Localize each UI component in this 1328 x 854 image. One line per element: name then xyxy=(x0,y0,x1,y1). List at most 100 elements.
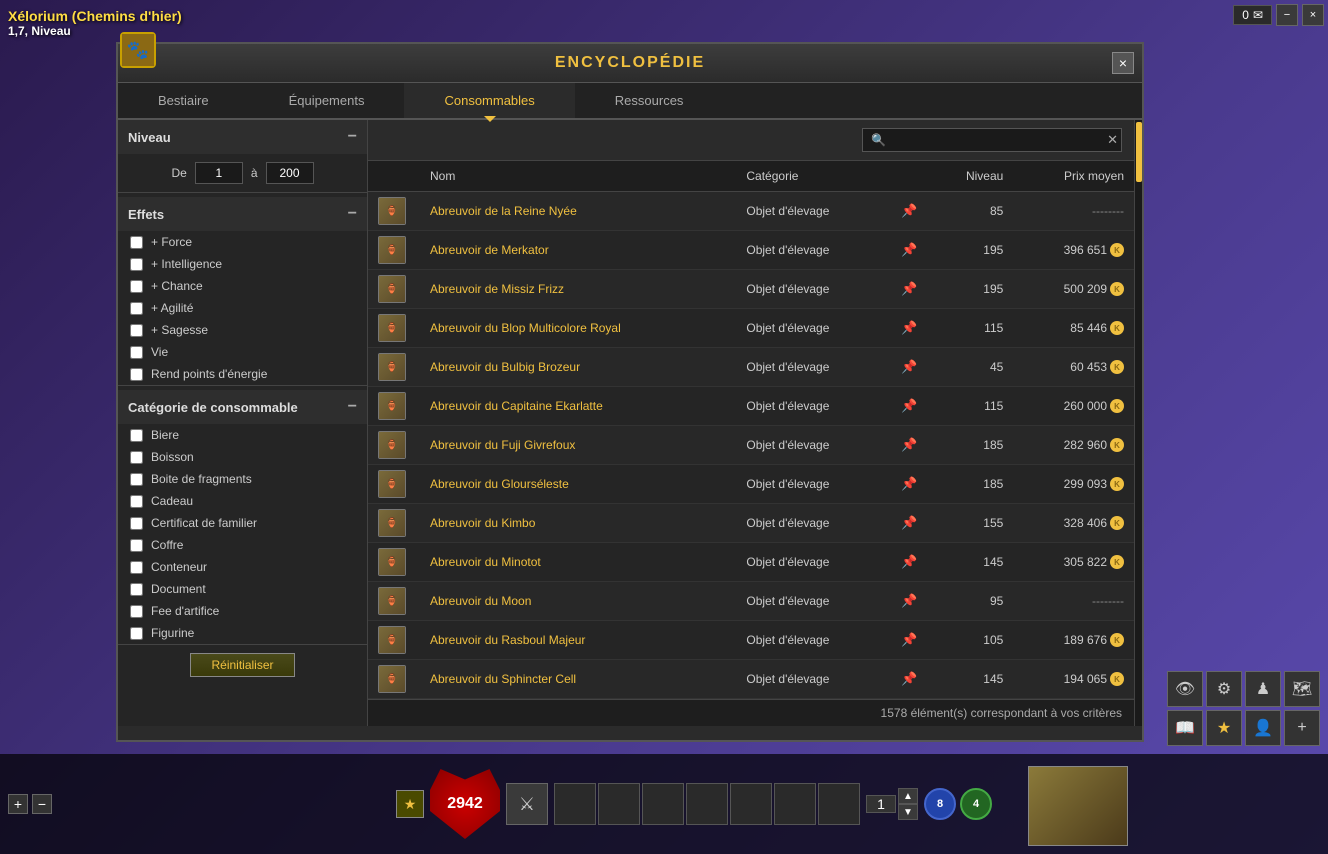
col-level-header[interactable]: Niveau xyxy=(927,161,1013,192)
category-checkbox-9[interactable] xyxy=(130,627,143,640)
col-price-header[interactable]: Prix moyen xyxy=(1013,161,1134,192)
category-checkbox-6[interactable] xyxy=(130,561,143,574)
col-category-header[interactable]: Catégorie xyxy=(736,161,891,192)
tactics-button[interactable]: ♟ xyxy=(1245,671,1281,707)
effect-item-0[interactable]: + Force xyxy=(118,231,367,253)
modal-close-button[interactable]: × xyxy=(1112,52,1134,74)
item-name-10[interactable]: Abreuvoir du Moon xyxy=(430,594,531,608)
category-checkbox-8[interactable] xyxy=(130,605,143,618)
item-name-2[interactable]: Abreuvoir de Missiz Frizz xyxy=(430,282,564,296)
search-clear-button[interactable]: ✕ xyxy=(1107,132,1118,148)
character-button[interactable]: 👤 xyxy=(1245,710,1281,746)
category-item-8[interactable]: Fee d'artifice xyxy=(118,600,367,622)
inv-slot-7[interactable] xyxy=(818,783,860,825)
item-name-cell-2[interactable]: Abreuvoir de Missiz Frizz xyxy=(420,270,736,309)
pin-icon-9[interactable]: 📌 xyxy=(901,554,917,569)
category-checkbox-4[interactable] xyxy=(130,517,143,530)
effect-checkbox-2[interactable] xyxy=(130,280,143,293)
item-name-3[interactable]: Abreuvoir du Blop Multicolore Royal xyxy=(430,321,621,335)
pin-icon-11[interactable]: 📌 xyxy=(901,632,917,647)
table-row[interactable]: 🏺 Abreuvoir de Missiz Frizz Objet d'élev… xyxy=(368,270,1134,309)
inv-slot-1[interactable] xyxy=(554,783,596,825)
category-item-2[interactable]: Boite de fragments xyxy=(118,468,367,490)
tab-bestiaire[interactable]: Bestiaire xyxy=(118,83,249,118)
item-name-6[interactable]: Abreuvoir du Fuji Givrefoux xyxy=(430,438,575,452)
category-checkbox-0[interactable] xyxy=(130,429,143,442)
item-name-8[interactable]: Abreuvoir du Kimbo xyxy=(430,516,535,530)
scroll-thumb[interactable] xyxy=(1136,122,1142,182)
bookmark-button[interactable]: ★ xyxy=(396,790,424,818)
item-name-7[interactable]: Abreuvoir du Glourséleste xyxy=(430,477,569,491)
map-button[interactable]: 🗺 xyxy=(1284,671,1320,707)
item-name-1[interactable]: Abreuvoir de Merkator xyxy=(430,243,549,257)
item-name-cell-6[interactable]: Abreuvoir du Fuji Givrefoux xyxy=(420,426,736,465)
settings-button[interactable]: ⚙ xyxy=(1206,671,1242,707)
item-name-11[interactable]: Abreuvoir du Rasboul Majeur xyxy=(430,633,585,647)
item-pin-cell-7[interactable]: 📌 xyxy=(891,465,927,504)
level-from-input[interactable] xyxy=(195,162,243,184)
col-name-header[interactable]: Nom xyxy=(420,161,736,192)
effect-item-3[interactable]: + Agilité xyxy=(118,297,367,319)
table-row[interactable]: 🏺 Abreuvoir du Rasboul Majeur Objet d'él… xyxy=(368,621,1134,660)
visibility-button[interactable]: 👁 xyxy=(1167,671,1203,707)
effect-item-2[interactable]: + Chance xyxy=(118,275,367,297)
item-name-cell-1[interactable]: Abreuvoir de Merkator xyxy=(420,231,736,270)
item-pin-cell-3[interactable]: 📌 xyxy=(891,309,927,348)
item-pin-cell-8[interactable]: 📌 xyxy=(891,504,927,543)
category-checkbox-7[interactable] xyxy=(130,583,143,596)
item-pin-cell-5[interactable]: 📌 xyxy=(891,387,927,426)
qty-down-button[interactable]: ▼ xyxy=(898,804,918,820)
effect-checkbox-4[interactable] xyxy=(130,324,143,337)
item-name-9[interactable]: Abreuvoir du Minotot xyxy=(430,555,541,569)
table-row[interactable]: 🏺 Abreuvoir du Capitaine Ekarlatte Objet… xyxy=(368,387,1134,426)
item-pin-cell-6[interactable]: 📌 xyxy=(891,426,927,465)
category-item-4[interactable]: Certificat de familier xyxy=(118,512,367,534)
item-name-cell-5[interactable]: Abreuvoir du Capitaine Ekarlatte xyxy=(420,387,736,426)
table-row[interactable]: 🏺 Abreuvoir du Fuji Givrefoux Objet d'él… xyxy=(368,426,1134,465)
item-name-cell-11[interactable]: Abreuvoir du Rasboul Majeur xyxy=(420,621,736,660)
effects-collapse-button[interactable]: − xyxy=(348,205,357,223)
category-item-9[interactable]: Figurine xyxy=(118,622,367,644)
category-item-7[interactable]: Document xyxy=(118,578,367,600)
effect-item-4[interactable]: + Sagesse xyxy=(118,319,367,341)
effect-checkbox-0[interactable] xyxy=(130,236,143,249)
table-row[interactable]: 🏺 Abreuvoir du Kimbo Objet d'élevage 📌 1… xyxy=(368,504,1134,543)
item-name-cell-3[interactable]: Abreuvoir du Blop Multicolore Royal xyxy=(420,309,736,348)
pin-icon-1[interactable]: 📌 xyxy=(901,242,917,257)
effect-item-1[interactable]: + Intelligence xyxy=(118,253,367,275)
pin-icon-2[interactable]: 📌 xyxy=(901,281,917,296)
item-name-cell-0[interactable]: Abreuvoir de la Reine Nyée xyxy=(420,192,736,231)
pin-icon-8[interactable]: 📌 xyxy=(901,515,917,530)
minimize-button[interactable]: − xyxy=(1276,4,1298,26)
item-name-cell-7[interactable]: Abreuvoir du Glourséleste xyxy=(420,465,736,504)
close-window-button[interactable]: × xyxy=(1302,4,1324,26)
search-input[interactable] xyxy=(862,128,1122,152)
item-name-0[interactable]: Abreuvoir de la Reine Nyée xyxy=(430,204,577,218)
effect-item-6[interactable]: Rend points d'énergie xyxy=(118,363,367,385)
item-name-12[interactable]: Abreuvoir du Sphincter Cell xyxy=(430,672,576,686)
item-pin-cell-10[interactable]: 📌 xyxy=(891,582,927,621)
tab-ressources[interactable]: Ressources xyxy=(575,83,724,118)
category-checkbox-5[interactable] xyxy=(130,539,143,552)
table-row[interactable]: 🏺 Abreuvoir du Moon Objet d'élevage 📌 95… xyxy=(368,582,1134,621)
pin-icon-3[interactable]: 📌 xyxy=(901,320,917,335)
minimap[interactable] xyxy=(1028,766,1128,846)
pin-icon-10[interactable]: 📌 xyxy=(901,593,917,608)
item-pin-cell-4[interactable]: 📌 xyxy=(891,348,927,387)
category-checkbox-1[interactable] xyxy=(130,451,143,464)
pin-icon-12[interactable]: 📌 xyxy=(901,671,917,686)
tab-equipements[interactable]: Équipements xyxy=(249,83,405,118)
table-row[interactable]: 🏺 Abreuvoir du Glourséleste Objet d'élev… xyxy=(368,465,1134,504)
category-item-1[interactable]: Boisson xyxy=(118,446,367,468)
table-row[interactable]: 🏺 Abreuvoir du Bulbig Brozeur Objet d'él… xyxy=(368,348,1134,387)
add-button[interactable]: + xyxy=(8,794,28,814)
category-item-3[interactable]: Cadeau xyxy=(118,490,367,512)
item-name-5[interactable]: Abreuvoir du Capitaine Ekarlatte xyxy=(430,399,603,413)
item-pin-cell-11[interactable]: 📌 xyxy=(891,621,927,660)
table-row[interactable]: 🏺 Abreuvoir du Blop Multicolore Royal Ob… xyxy=(368,309,1134,348)
inv-slot-6[interactable] xyxy=(774,783,816,825)
effect-checkbox-1[interactable] xyxy=(130,258,143,271)
inv-slot-3[interactable] xyxy=(642,783,684,825)
category-checkbox-3[interactable] xyxy=(130,495,143,508)
pin-icon-6[interactable]: 📌 xyxy=(901,437,917,452)
